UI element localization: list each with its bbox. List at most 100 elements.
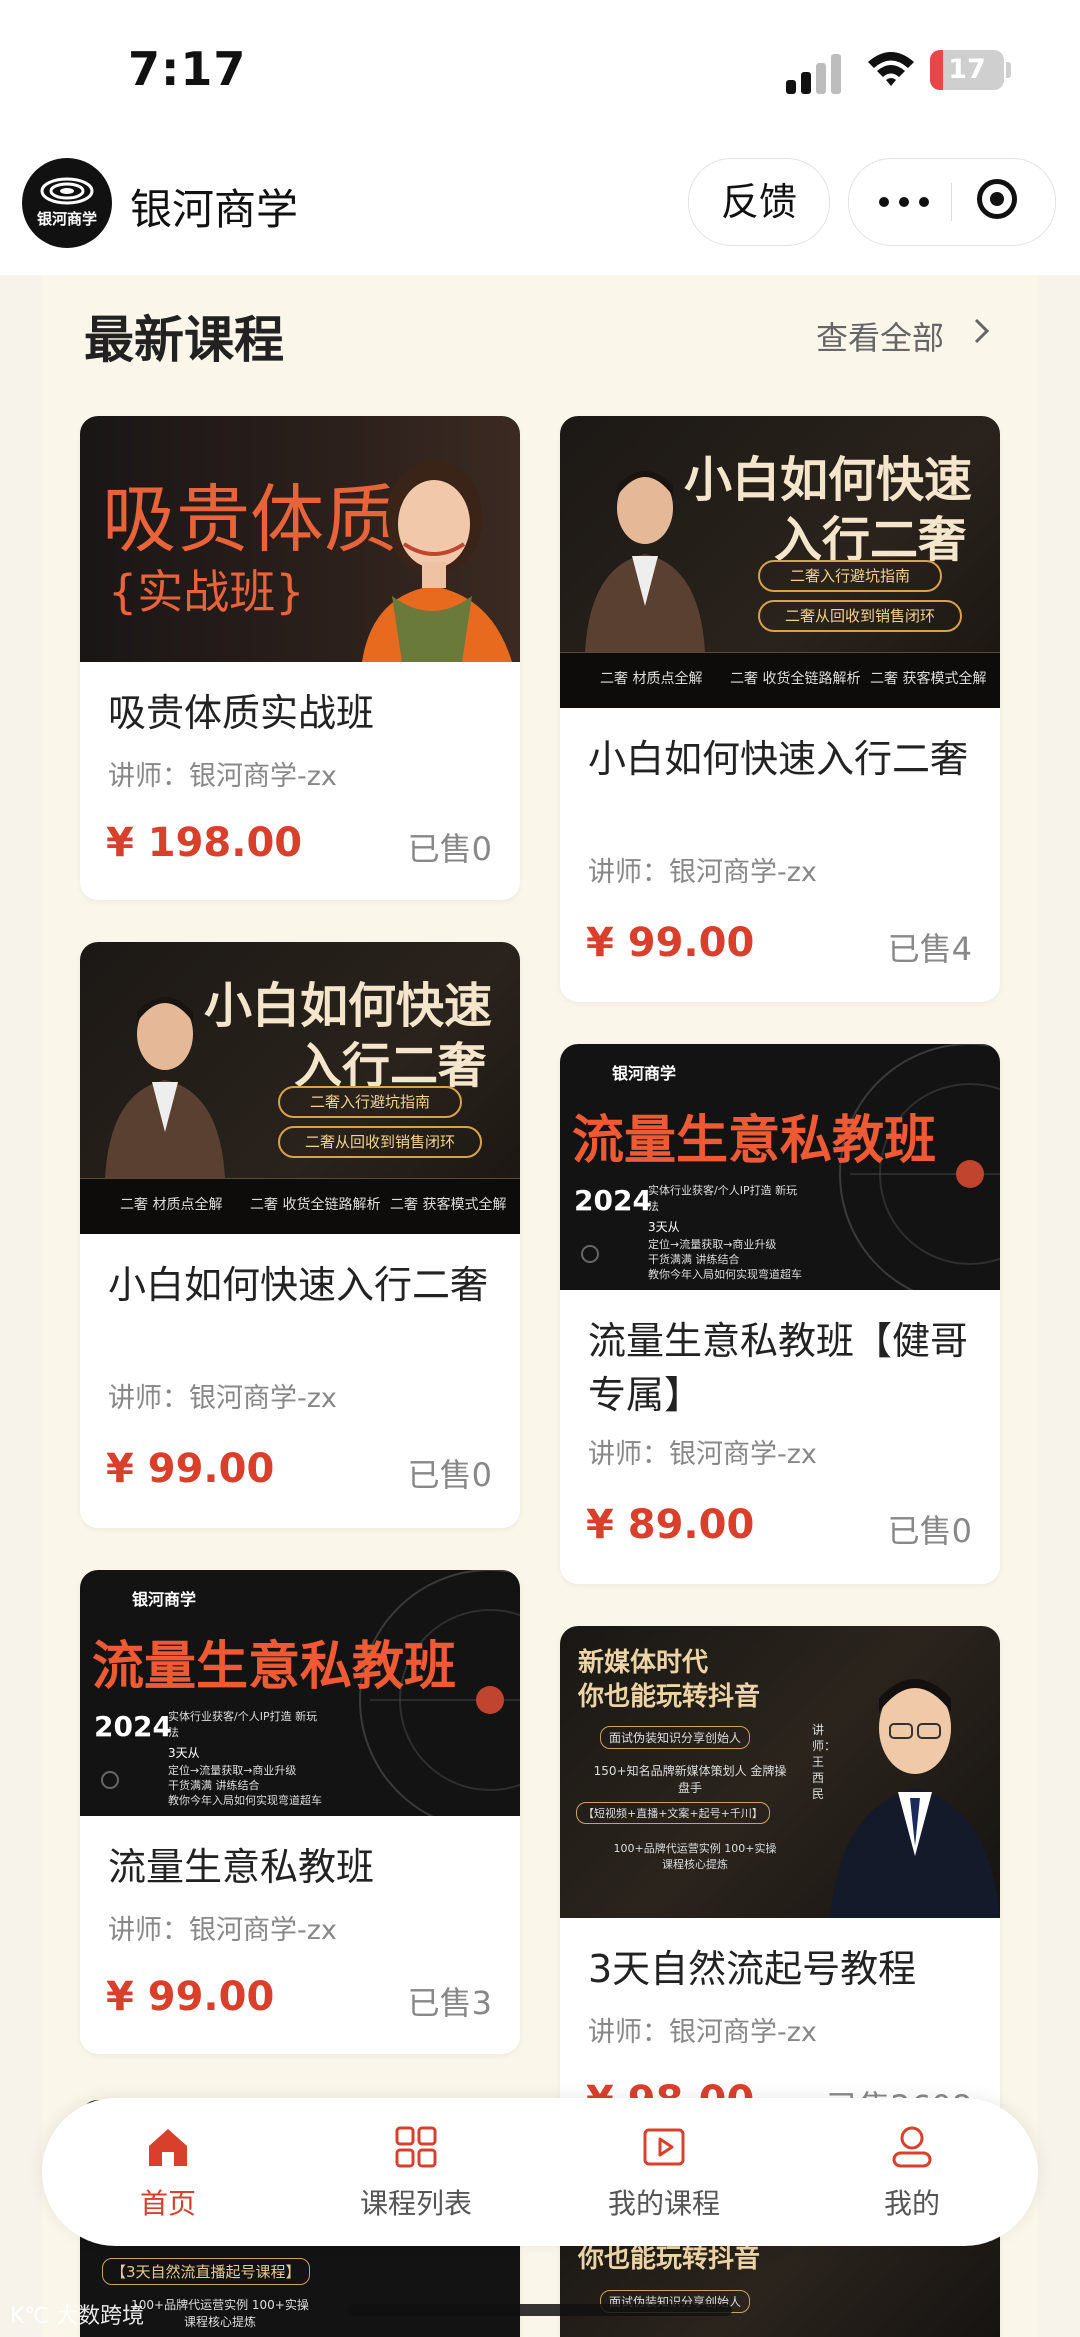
capsule-divider (951, 183, 952, 221)
play-icon (643, 2128, 685, 2166)
more-menu-icon[interactable] (879, 197, 929, 207)
course-teacher: 讲师：银河商学-zx (108, 1915, 337, 1946)
battery-level: 17 (948, 54, 986, 85)
thumb-feature: 二奢 获客模式全解 (870, 671, 987, 687)
course-thumbnail: 银河商学 流量生意私教班 2024 实体行业获客/个人IP打造 新玩法 3天从 … (560, 1044, 1000, 1290)
section-title: 最新课程 (84, 311, 284, 369)
tab-label: 课程列表 (359, 2187, 472, 2220)
thumb-subtext: 3天从 (648, 1220, 680, 1234)
thumb-subtext: 定位→流量获取→商业升级 (648, 1238, 777, 1251)
course-card[interactable]: 新媒体时代 你也能玩转抖音 面试伪装知识分享创始人 150+知名品牌新媒体策划人… (560, 1626, 1000, 2166)
logo-text: 银河商学 (36, 210, 97, 228)
course-teacher: 讲师：银河商学-zx (588, 2017, 817, 2048)
presenter-photo (830, 1679, 1000, 1918)
view-all-link[interactable]: 查看全部 (816, 313, 944, 359)
course-card[interactable]: 银河商学 流量生意私教班 2024 实体行业获客/个人IP打造 新玩法 3天从 … (560, 1044, 1000, 1584)
thumb-subtext: 教你今年入局如何实现弯道超车 (168, 1794, 322, 1807)
thumb-subtext: 150+知名品牌新媒体策划人 金牌操盘手 (593, 1764, 787, 1795)
presenter-photo (105, 997, 225, 1178)
user-icon (892, 2126, 932, 2168)
cellular-signal-icon (786, 54, 841, 94)
course-teacher: 讲师：银河商学-zx (108, 761, 337, 792)
tab-label: 首页 (139, 2187, 196, 2220)
battery-icon: 17 (930, 50, 1004, 90)
thumb-feature: 二奢 收货全链路解析 (730, 671, 861, 687)
tab-label: 我的 (883, 2187, 940, 2220)
course-thumbnail: 新媒体时代 你也能玩转抖音 面试伪装知识分享创始人 150+知名品牌新媒体策划人… (560, 1626, 1000, 1918)
thumb-pill: 二奢入行避坑指南 (758, 560, 942, 592)
course-price: ¥ 89.00 (586, 1502, 755, 1548)
course-title: 流量生意私教班【健哥专属】 (588, 1319, 969, 1417)
course-card[interactable]: 小白如何快速 入行二奢 二奢入行避坑指南 二奢从回收到销售闭环 二奢 材质点全解… (80, 942, 520, 1528)
grid-icon (395, 2126, 437, 2168)
thumb-subtext: 定位→流量获取→商业升级 (168, 1764, 297, 1777)
course-sold-count: 已售4 (887, 930, 972, 968)
thumb-pill: 二奢入行避坑指南 (278, 1086, 462, 1118)
thumb-feature: 二奢 材质点全解 (120, 1197, 223, 1213)
course-sold-count: 已售0 (887, 1512, 972, 1550)
course-title: 吸贵体质实战班 (108, 691, 375, 735)
thumb-brand: 银河商学 (612, 1064, 677, 1083)
course-thumbnail: 小白如何快速 入行二奢 二奢入行避坑指南 二奢从回收到销售闭环 二奢 材质点全解… (80, 942, 520, 1234)
course-thumbnail: 小白如何快速 入行二奢 二奢入行避坑指南 二奢从回收到销售闭环 二奢 材质点全解… (560, 416, 1000, 708)
course-title: 小白如何快速入行二奢 (108, 1263, 489, 1307)
app-logo[interactable]: 银河商学 (22, 158, 112, 248)
course-price: ¥ 99.00 (106, 1974, 275, 2020)
course-price: ¥ 99.00 (106, 1446, 275, 1492)
thumb-pill: 二奢从回收到销售闭环 (278, 1126, 482, 1158)
chevron-right-icon[interactable] (966, 316, 996, 346)
thumb-subtitle: {实战班} (108, 565, 305, 619)
thumb-feature: 二奢 材质点全解 (600, 671, 703, 687)
course-teacher: 讲师：银河商学-zx (588, 857, 817, 888)
miniprogram-capsule (848, 158, 1056, 246)
tab-label: 我的课程 (607, 2187, 720, 2220)
thumb-subtext: 干货满满 讲练结合 (168, 1779, 260, 1792)
galaxy-logo-icon (40, 177, 94, 205)
thumb-subtext: 面试伪装知识分享创始人 (600, 1726, 751, 1749)
close-miniprogram-icon[interactable] (977, 179, 1017, 219)
course-title: 3天自然流起号教程 (588, 1947, 917, 1991)
course-card[interactable]: 吸贵体质 {实战班} 吸贵体质实战班 讲师：银河商学-zx ¥ 198.00 已… (80, 416, 520, 900)
thumb-subtext: 3天从 (168, 1746, 200, 1760)
thumb-subtext: 实体行业获客/个人IP打造 新玩法 (168, 1710, 318, 1739)
thumb-year: 2024 (574, 1184, 652, 1217)
tab-course-list[interactable]: 课程列表 (336, 2124, 496, 2222)
thumb-brand: 银河商学 (132, 1590, 197, 1609)
bottom-tab-bar: 首页 课程列表 我的课程 我的 (42, 2098, 1038, 2246)
tab-home[interactable]: 首页 (88, 2124, 248, 2222)
course-sold-count: 已售0 (407, 830, 492, 868)
thumb-feature: 二奢 获客模式全解 (390, 1197, 507, 1213)
home-indicator[interactable] (348, 2304, 732, 2316)
thumb-subtext: 100+品牌代运营实例 100+实操课程核心提炼 (131, 2298, 309, 2329)
course-teacher: 讲师：银河商学-zx (108, 1383, 337, 1414)
thumb-tag: 【3天自然流直播起号课程】 (102, 2258, 310, 2285)
course-thumbnail: 银河商学 流量生意私教班 2024 实体行业获客/个人IP打造 新玩法 3天从 … (80, 1570, 520, 1816)
home-icon (149, 2129, 187, 2166)
course-price: ¥ 99.00 (586, 920, 755, 966)
presenter-photo (362, 460, 512, 662)
presenter-photo (585, 471, 705, 652)
app-title: 银河商学 (130, 185, 299, 234)
navigation-bar: 银河商学 银河商学 反馈 (0, 140, 1080, 275)
course-price: ¥ 198.00 (106, 820, 303, 866)
tab-my-courses[interactable]: 我的课程 (584, 2124, 744, 2222)
course-card[interactable]: 小白如何快速 入行二奢 二奢入行避坑指南 二奢从回收到销售闭环 二奢 材质点全解… (560, 416, 1000, 1002)
thumb-subtext: 100+品牌代运营实例 100+实操课程核心提炼 (613, 1842, 777, 1871)
course-thumbnail: 吸贵体质 {实战班} (80, 416, 520, 662)
thumb-year: 2024 (94, 1710, 172, 1743)
thumb-subtext: 【短视频+直播+文案+起号+千川】 (576, 1802, 770, 1824)
status-time: 7:17 (128, 42, 247, 96)
course-teacher: 讲师：银河商学-zx (588, 1439, 817, 1470)
tab-profile[interactable]: 我的 (832, 2124, 992, 2222)
feedback-button[interactable]: 反馈 (688, 158, 830, 246)
thumb-subtitle: 你也能玩转抖音 (578, 1682, 761, 1712)
battery-tip (1006, 62, 1011, 78)
course-card[interactable]: 银河商学 流量生意私教班 2024 实体行业获客/个人IP打造 新玩法 3天从 … (80, 1570, 520, 2054)
course-sold-count: 已售3 (407, 1984, 492, 2022)
thumb-subtext: 教你今年入局如何实现弯道超车 (648, 1268, 802, 1281)
status-bar: 7:17 17 (0, 0, 1080, 140)
course-sold-count: 已售0 (407, 1456, 492, 1494)
course-title: 流量生意私教班 (108, 1845, 375, 1889)
thumb-subtext: 实体行业获客/个人IP打造 新玩法 (648, 1184, 798, 1213)
thumb-title: 流量生意私教班 (92, 1637, 457, 1697)
